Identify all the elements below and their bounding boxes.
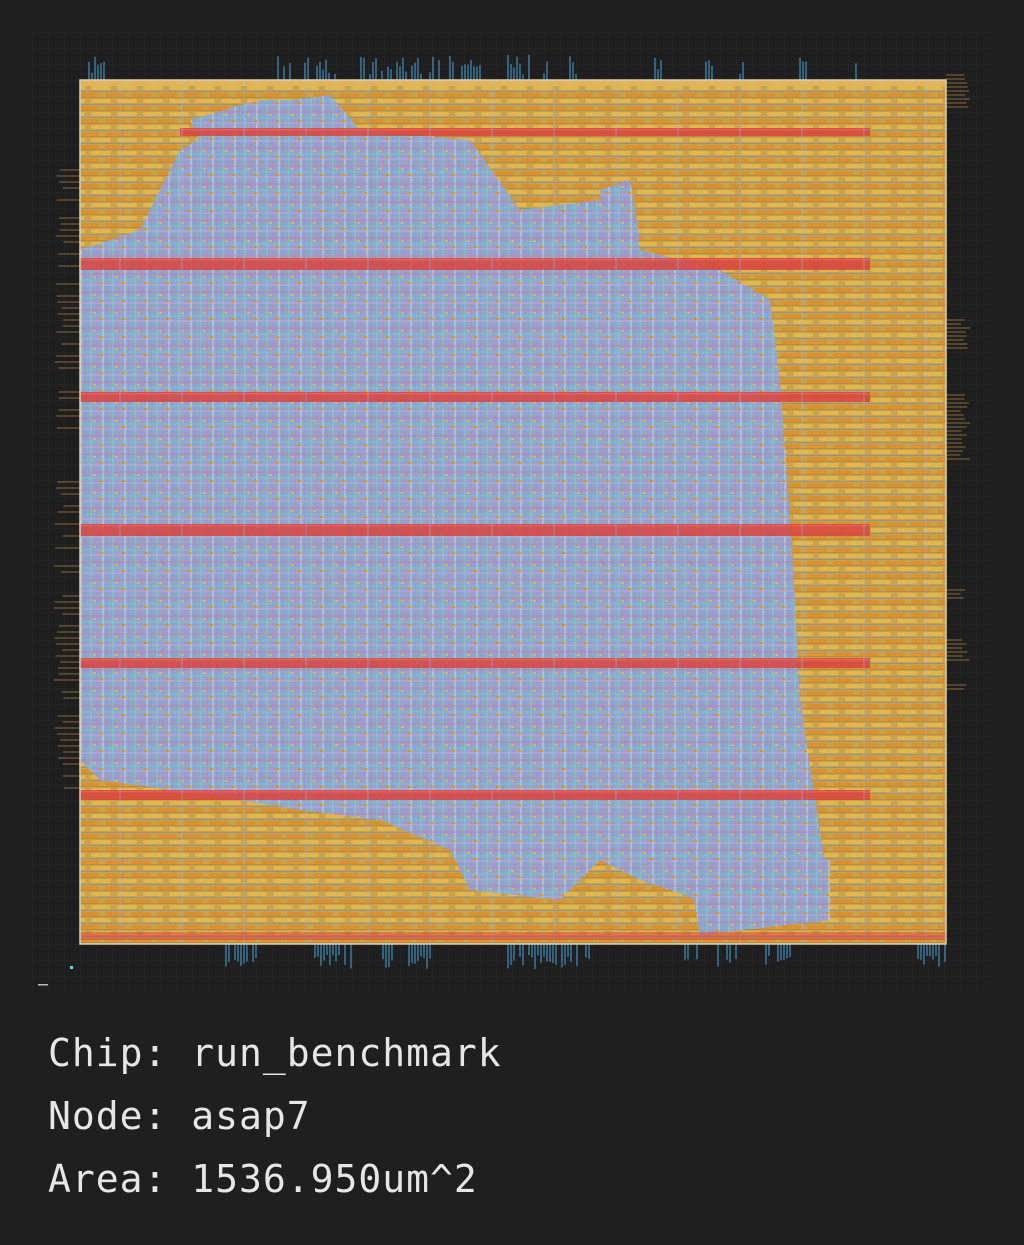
core-area [80, 80, 946, 944]
area-label: Area: 1536.950um^2 [48, 1157, 478, 1201]
chip-name-label: Chip: run_benchmark [48, 1031, 502, 1075]
node-label: Node: asap7 [48, 1094, 311, 1138]
chip-layout-drawing [30, 30, 990, 990]
origin-marker [70, 966, 73, 969]
scale-bar [38, 984, 48, 986]
chip-layout-view [0, 0, 1024, 1000]
